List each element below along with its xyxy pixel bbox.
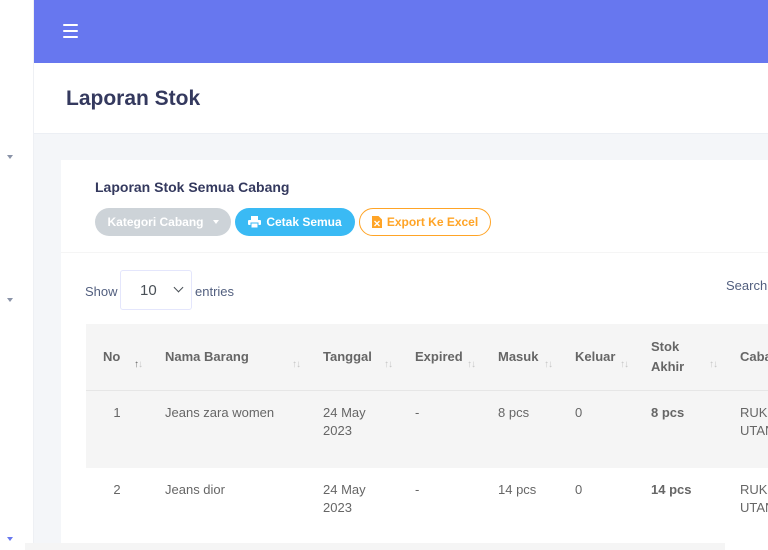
cell-tanggal: 24 May 2023 bbox=[306, 390, 398, 468]
cetak-semua-label: Cetak Semua bbox=[266, 215, 342, 229]
cell-tanggal: 24 May 2023 bbox=[306, 468, 398, 546]
column-header-nama-barang[interactable]: Nama Barang ↑↓ bbox=[148, 324, 306, 391]
table-header-row: No ↑↓ Nama Barang ↑↓ Tanggal ↑↓ Expired ↑↓ M… bbox=[86, 324, 768, 391]
table-row bbox=[25, 543, 725, 550]
show-label: Show bbox=[85, 284, 118, 299]
column-header-cabang[interactable]: Caba bbox=[723, 324, 768, 391]
column-header-keluar[interactable]: Keluar ↑↓ bbox=[558, 324, 634, 391]
cell-nama-barang: Jeans zara women bbox=[148, 390, 306, 468]
cell-masuk: 14 pcs bbox=[481, 468, 558, 546]
column-header-no[interactable]: No ↑↓ bbox=[86, 324, 148, 391]
column-header-expired[interactable]: Expired ↑↓ bbox=[398, 324, 481, 391]
page-size-select[interactable]: 10 bbox=[120, 270, 192, 310]
cell-cabang: RUKO UTAN bbox=[723, 390, 768, 468]
cell-cabang: RUKO UTAN bbox=[723, 468, 768, 546]
sort-icon: ↑↓ bbox=[467, 359, 476, 370]
sidebar-chevron-down-icon[interactable] bbox=[7, 155, 13, 159]
export-excel-button[interactable]: Export Ke Excel bbox=[359, 208, 491, 236]
sort-icon: ↑↓ bbox=[384, 359, 393, 370]
export-excel-label: Export Ke Excel bbox=[386, 215, 479, 229]
kategori-cabang-label: Kategori Cabang bbox=[107, 215, 204, 229]
page-title: Laporan Stok bbox=[66, 87, 201, 110]
sort-icon: ↑↓ bbox=[544, 359, 553, 370]
column-header-stok-akhir[interactable]: Stok Akhir ↑↓ bbox=[634, 324, 723, 391]
divider bbox=[61, 252, 768, 253]
cell-expired: - bbox=[398, 468, 481, 546]
cell-masuk: 8 pcs bbox=[481, 390, 558, 468]
file-excel-icon bbox=[371, 216, 382, 228]
cetak-semua-button[interactable]: Cetak Semua bbox=[235, 208, 355, 236]
sort-icon: ↑↓ bbox=[292, 359, 301, 370]
column-header-tanggal[interactable]: Tanggal ↑↓ bbox=[306, 324, 398, 391]
sidebar-chevron-down-icon[interactable] bbox=[7, 298, 13, 302]
page-size-value: 10 bbox=[140, 282, 157, 299]
chevron-down-icon bbox=[173, 282, 184, 293]
table-row: 2 Jeans dior 24 May 2023 - 14 pcs 0 14 p… bbox=[86, 468, 768, 546]
sidebar-chevron-down-icon[interactable] bbox=[7, 537, 13, 541]
cell-no: 2 bbox=[86, 468, 148, 546]
cell-keluar: 0 bbox=[558, 390, 634, 468]
table-row: 1 Jeans zara women 24 May 2023 - 8 pcs 0… bbox=[86, 390, 768, 468]
cell-expired: - bbox=[398, 390, 481, 468]
cell-stok-akhir: 8 pcs bbox=[634, 390, 723, 468]
sort-icon: ↑↓ bbox=[620, 359, 629, 370]
column-header-masuk[interactable]: Masuk ↑↓ bbox=[481, 324, 558, 391]
cell-keluar: 0 bbox=[558, 468, 634, 546]
sidebar bbox=[0, 0, 34, 550]
page-header: Laporan Stok bbox=[34, 63, 768, 134]
search-label: Search: bbox=[726, 278, 768, 293]
report-card: Laporan Stok Semua Cabang Kategori Caban… bbox=[61, 160, 768, 550]
entries-label: entries bbox=[195, 284, 235, 299]
kategori-cabang-dropdown[interactable]: Kategori Cabang bbox=[95, 208, 231, 236]
hamburger-icon[interactable] bbox=[63, 24, 78, 38]
cell-nama-barang: Jeans dior bbox=[148, 468, 306, 546]
cell-no: 1 bbox=[86, 390, 148, 468]
cell-stok-akhir: 14 pcs bbox=[634, 468, 723, 546]
print-icon bbox=[248, 216, 262, 228]
sort-icon: ↑↓ bbox=[709, 359, 718, 370]
sort-icon: ↑↓ bbox=[134, 359, 143, 370]
top-navbar bbox=[34, 0, 768, 63]
card-title: Laporan Stok Semua Cabang bbox=[95, 179, 290, 195]
caret-down-icon bbox=[212, 220, 219, 224]
stock-table: No ↑↓ Nama Barang ↑↓ Tanggal ↑↓ Expired ↑↓ M… bbox=[86, 324, 768, 546]
